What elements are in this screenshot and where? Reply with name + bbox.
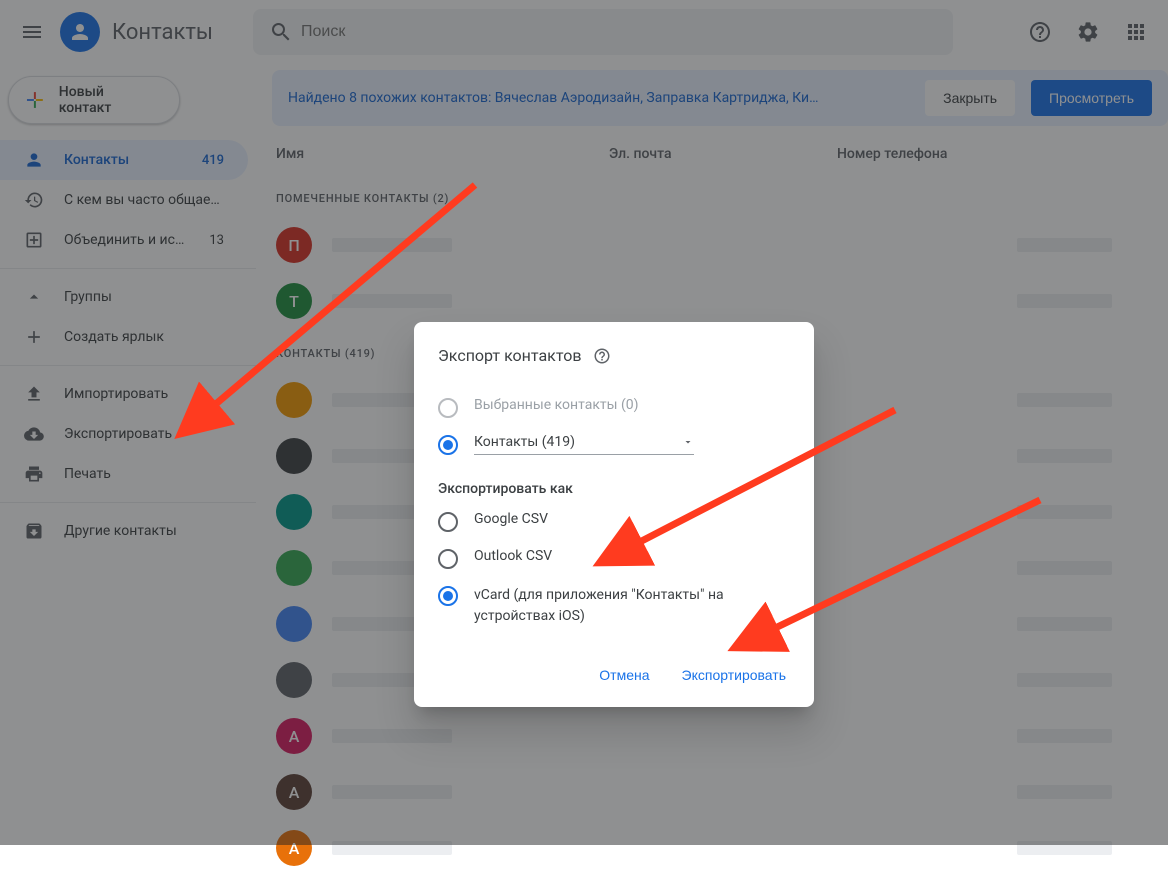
dialog-section-title: Экспортировать как bbox=[438, 481, 790, 497]
radio-label: Google CSV bbox=[474, 511, 548, 527]
radio-icon bbox=[438, 549, 458, 569]
radio-format-vcard[interactable]: vCard (для приложения "Контакты" на устр… bbox=[438, 577, 790, 635]
dropdown-label: Контакты (419) bbox=[474, 434, 575, 450]
radio-format-google[interactable]: Google CSV bbox=[438, 503, 790, 540]
radio-all-contacts[interactable]: Контакты (419) bbox=[438, 426, 790, 463]
radio-format-outlook[interactable]: Outlook CSV bbox=[438, 540, 790, 577]
dialog-export-button[interactable]: Экспортировать bbox=[678, 659, 790, 691]
contacts-dropdown[interactable]: Контакты (419) bbox=[474, 434, 694, 455]
dialog-title: Экспорт контактов bbox=[438, 346, 581, 365]
dialog-title-row: Экспорт контактов bbox=[438, 346, 790, 365]
chevron-down-icon bbox=[682, 436, 694, 448]
radio-label: Выбранные контакты (0) bbox=[474, 397, 639, 413]
help-icon[interactable] bbox=[593, 347, 611, 365]
radio-icon bbox=[438, 435, 458, 455]
dialog-actions: Отмена Экспортировать bbox=[438, 659, 790, 691]
dialog-cancel-button[interactable]: Отмена bbox=[595, 659, 653, 691]
radio-label: vCard (для приложения "Контакты" на устр… bbox=[474, 585, 790, 627]
radio-label: Outlook CSV bbox=[474, 548, 552, 564]
radio-icon bbox=[438, 398, 458, 418]
radio-icon bbox=[438, 586, 458, 606]
export-dialog: Экспорт контактов Выбранные контакты (0)… bbox=[414, 322, 814, 707]
radio-icon bbox=[438, 512, 458, 532]
radio-selected-contacts: Выбранные контакты (0) bbox=[438, 389, 790, 426]
